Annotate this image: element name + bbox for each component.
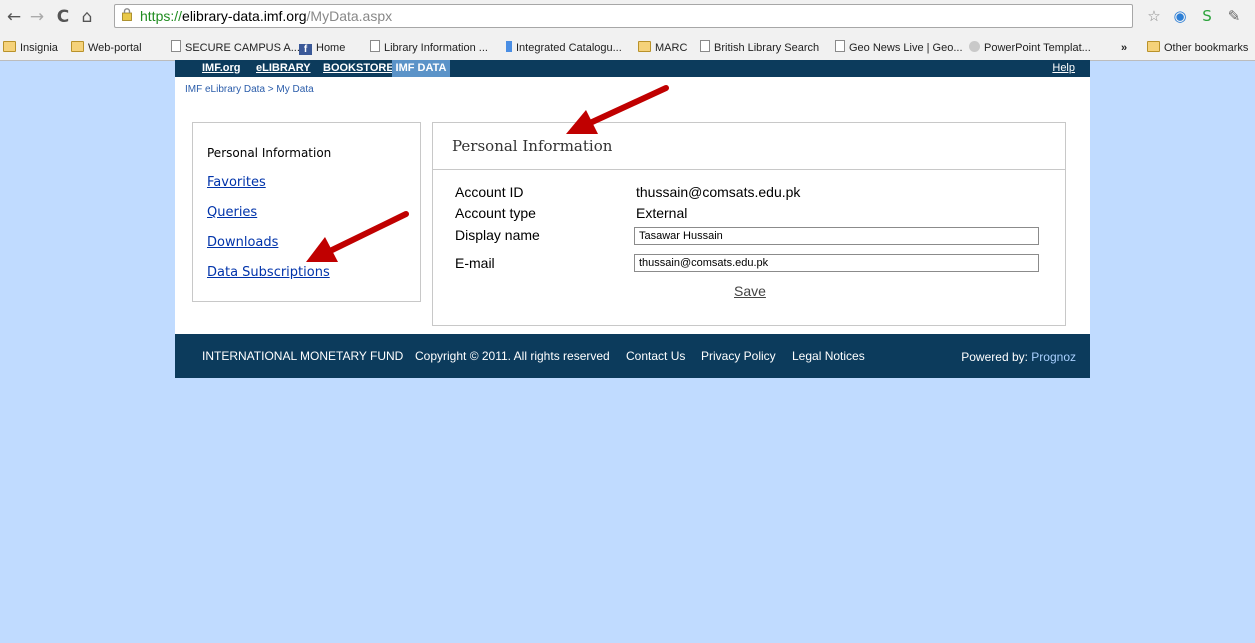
breadcrumb: IMF eLibrary Data > My Data <box>185 84 314 95</box>
display-name-field[interactable]: Tasawar Hussain <box>634 227 1039 245</box>
panel-header: Personal Information <box>433 123 1065 170</box>
nav-tab-imf-data[interactable]: IMF DATA <box>392 60 450 77</box>
powered-by: Powered by: Prognoz <box>961 350 1076 364</box>
sidebar-link-queries[interactable]: Queries <box>207 205 257 220</box>
bookmark-other-bookmarks[interactable]: Other bookmarks <box>1147 40 1248 56</box>
display-name-label: Display name <box>455 227 540 243</box>
page-icon <box>171 40 181 52</box>
bookmark-label: PowerPoint Templat... <box>984 42 1091 54</box>
page-icon <box>835 40 845 52</box>
email-field[interactable]: thussain@comsats.edu.pk <box>634 254 1039 272</box>
bookmark-label: Insignia <box>20 42 58 54</box>
address-bar[interactable]: https://elibrary-data.imf.org/MyData.asp… <box>114 4 1133 28</box>
bookmarks-bar: Insignia Web-portal SECURE CAMPUS A... f… <box>0 36 1255 59</box>
bookmark-label: SECURE CAMPUS A... <box>185 42 300 54</box>
footer-link-legal-notices[interactable]: Legal Notices <box>792 349 865 363</box>
account-type-label: Account type <box>455 205 536 221</box>
email-label: E-mail <box>455 255 495 271</box>
page-icon <box>370 40 380 52</box>
url-text: https://elibrary-data.imf.org/MyData.asp… <box>140 8 392 24</box>
extension-icon[interactable]: ◉ <box>1171 7 1189 25</box>
personal-information-panel: Personal Information Account ID thussain… <box>432 122 1066 326</box>
bookmark-label: Web-portal <box>88 42 142 54</box>
url-scheme: https:// <box>140 8 183 24</box>
star-icon[interactable]: ☆ <box>1145 7 1163 25</box>
bookmark-label: Library Information ... <box>384 42 488 54</box>
account-id-label: Account ID <box>455 184 524 200</box>
bookmark-secure-campus[interactable]: SECURE CAMPUS A... <box>171 40 300 56</box>
nav-link-bookstore[interactable]: BOOKSTORE <box>323 62 394 74</box>
sidebar-link-favorites[interactable]: Favorites <box>207 175 266 190</box>
bookmark-label: Home <box>316 42 346 54</box>
annotation-arrow-icon <box>566 85 669 134</box>
annotation-arrow-icon <box>306 211 409 262</box>
bookmark-label: Other bookmarks <box>1164 42 1249 54</box>
folder-icon <box>71 41 84 52</box>
save-button[interactable]: Save <box>734 283 766 299</box>
bookmark-home[interactable]: f Home <box>299 40 345 56</box>
lock-icon <box>122 8 132 21</box>
powered-by-prefix: Powered by: <box>961 350 1028 364</box>
bookmark-icon <box>506 41 512 52</box>
bookmark-web-portal[interactable]: Web-portal <box>71 40 142 56</box>
sidebar-item-personal-information: Personal Information <box>207 146 332 160</box>
reload-icon[interactable]: C <box>53 7 73 27</box>
footer-link-privacy-policy[interactable]: Privacy Policy <box>701 349 776 363</box>
bookmark-label: Integrated Catalogu... <box>516 42 622 54</box>
top-nav-bar: IMF.org eLIBRARY BOOKSTORE IMF DATA Help <box>175 60 1090 77</box>
bookmark-marc[interactable]: MARC <box>638 40 687 56</box>
sidebar-link-downloads[interactable]: Downloads <box>207 235 278 250</box>
bookmark-insignia[interactable]: Insignia <box>3 40 58 56</box>
footer-link-contact-us[interactable]: Contact Us <box>626 349 685 363</box>
panel-title: Personal Information <box>452 137 613 155</box>
bookmark-powerpoint[interactable]: PowerPoint Templat... <box>969 40 1091 56</box>
wrench-icon[interactable]: ✎ <box>1225 7 1243 25</box>
footer: INTERNATIONAL MONETARY FUND Copyright © … <box>175 334 1090 378</box>
page-icon <box>700 40 710 52</box>
footer-copyright: Copyright © 2011. All rights reserved <box>415 349 610 363</box>
back-icon[interactable]: ← <box>4 7 24 27</box>
powered-by-brand-link[interactable]: Prognoz <box>1031 350 1076 364</box>
folder-icon <box>3 41 16 52</box>
url-path: /MyData.aspx <box>306 8 393 24</box>
nav-link-elibrary[interactable]: eLIBRARY <box>256 62 311 74</box>
folder-icon <box>638 41 651 52</box>
globe-icon <box>969 41 980 52</box>
footer-org-name: INTERNATIONAL MONETARY FUND <box>202 349 404 363</box>
bookmark-integrated-catalogue[interactable]: Integrated Catalogu... <box>506 40 622 56</box>
facebook-icon: f <box>299 44 312 55</box>
account-id-value: thussain@comsats.edu.pk <box>636 184 801 200</box>
folder-icon <box>1147 41 1160 52</box>
bookmark-label: MARC <box>655 42 688 54</box>
forward-icon[interactable]: → <box>27 7 47 27</box>
bookmark-label: British Library Search <box>714 42 820 54</box>
nav-link-imf-org[interactable]: IMF.org <box>202 62 241 74</box>
help-link[interactable]: Help <box>1052 62 1075 74</box>
bookmark-geo-news[interactable]: Geo News Live | Geo... <box>835 40 963 56</box>
account-type-value: External <box>636 205 688 221</box>
skype-icon[interactable]: S <box>1198 7 1216 25</box>
url-host: elibrary-data.imf.org <box>182 8 307 24</box>
bookmarks-overflow-button[interactable]: » <box>1121 40 1127 56</box>
sidebar-link-data-subscriptions[interactable]: Data Subscriptions <box>207 265 330 280</box>
browser-toolbar: ← → C ⌂ https://elibrary-data.imf.org/My… <box>0 0 1255 36</box>
browser-chrome: ← → C ⌂ https://elibrary-data.imf.org/My… <box>0 0 1255 61</box>
bookmark-label: Geo News Live | Geo... <box>849 42 963 54</box>
bookmark-library-information[interactable]: Library Information ... <box>370 40 488 56</box>
home-icon[interactable]: ⌂ <box>77 7 97 27</box>
bookmark-british-library[interactable]: British Library Search <box>700 40 819 56</box>
